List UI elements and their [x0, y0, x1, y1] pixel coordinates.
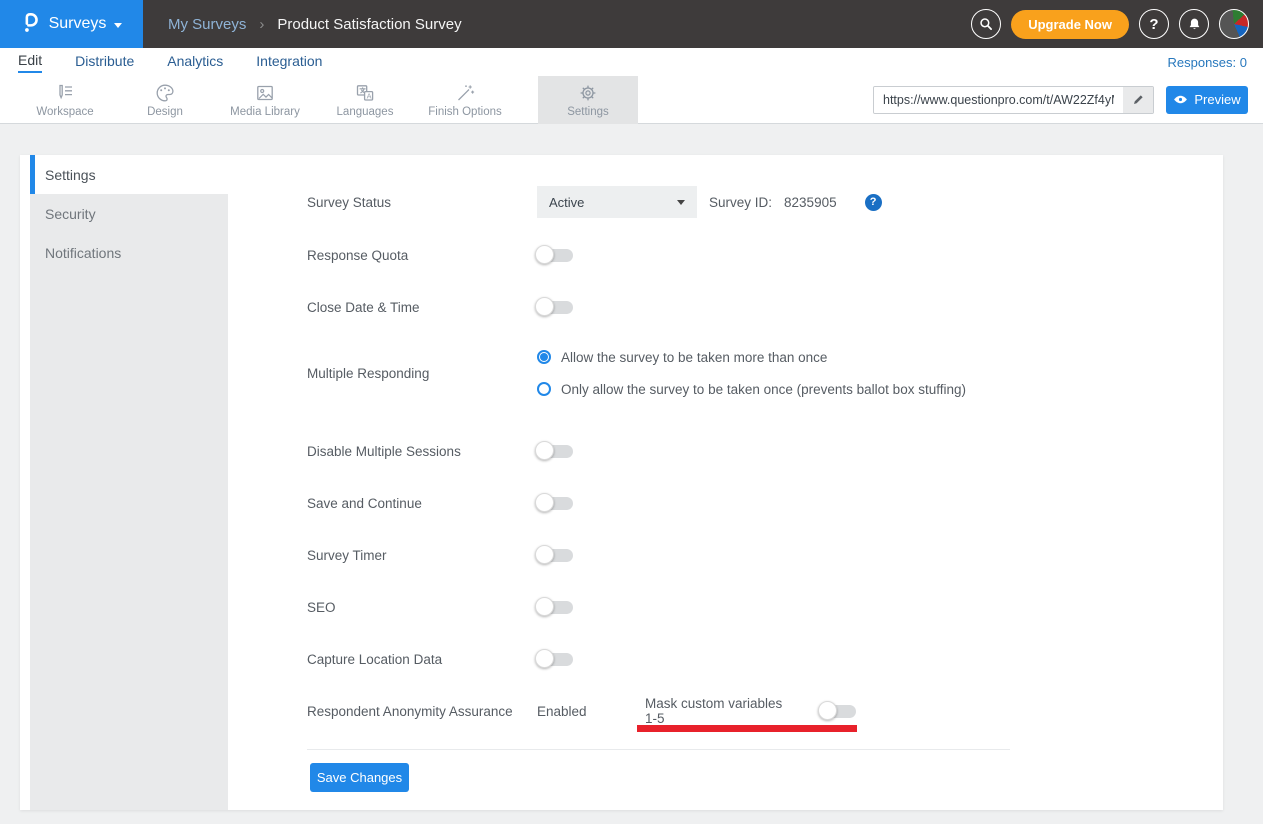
toolbar-item-design[interactable]: Design	[115, 76, 215, 124]
tab-distribute[interactable]: Distribute	[75, 53, 134, 72]
survey-status-dropdown[interactable]: Active	[537, 186, 697, 218]
save-changes-button[interactable]: Save Changes	[310, 763, 409, 792]
respondent-anonymity-row: Respondent Anonymity Assurance Enabled M…	[307, 685, 1223, 737]
settings-gear-icon	[577, 82, 599, 104]
settings-sidebar: Settings Security Notifications	[30, 155, 228, 810]
question-mark-icon: ?	[1149, 16, 1158, 33]
toolbar-item-settings[interactable]: Settings	[538, 76, 638, 124]
preview-label: Preview	[1194, 92, 1240, 107]
settings-main: Survey Status Active Survey ID: 8235905 …	[228, 155, 1223, 810]
red-annotation-underline	[637, 725, 857, 732]
survey-status-value: Active	[549, 195, 584, 210]
media-library-icon	[254, 82, 276, 104]
mask-custom-variables-label: Mask custom variables 1-5	[645, 696, 790, 726]
settings-card: Settings Security Notifications Survey S…	[20, 155, 1223, 810]
survey-id-value: 8235905	[784, 195, 837, 210]
disable-multiple-sessions-row: Disable Multiple Sessions	[307, 425, 1223, 477]
chevron-down-icon	[677, 200, 685, 205]
toolbar-item-label: Finish Options	[428, 106, 502, 118]
survey-status-row: Survey Status Active Survey ID: 8235905	[307, 186, 1223, 218]
eye-icon	[1173, 94, 1188, 105]
survey-id-label: Survey ID:	[709, 195, 772, 210]
avatar[interactable]	[1219, 9, 1249, 39]
survey-timer-toggle[interactable]	[537, 549, 573, 562]
sidebar-item-notifications[interactable]: Notifications	[30, 233, 228, 272]
toolbar-item-label: Settings	[567, 106, 609, 118]
topbar-actions: Upgrade Now ?	[971, 9, 1249, 39]
design-palette-icon	[154, 82, 176, 104]
tab-integration[interactable]: Integration	[256, 53, 322, 72]
multiple-responding-row: Multiple Responding Allow the survey to …	[307, 333, 1223, 413]
toolbar-items: Workspace Design Media Library	[15, 76, 638, 124]
response-quota-row: Response Quota	[307, 229, 1223, 281]
toolbar-item-label: Languages	[337, 106, 394, 118]
search-icon	[978, 16, 994, 32]
survey-status-label: Survey Status	[307, 195, 537, 210]
toolbar-item-workspace[interactable]: Workspace	[15, 76, 115, 124]
breadcrumb-current-survey: Product Satisfaction Survey	[277, 16, 461, 33]
top-bar: Surveys My Surveys › Product Satisfactio…	[0, 0, 1263, 48]
bell-icon	[1187, 16, 1202, 32]
search-button[interactable]	[971, 9, 1001, 39]
edit-toolbar: Workspace Design Media Library	[0, 76, 1263, 124]
breadcrumb-my-surveys[interactable]: My Surveys	[168, 16, 246, 33]
radio-allow-multiple[interactable]: Allow the survey to be taken more than o…	[537, 341, 966, 373]
capture-location-data-row: Capture Location Data	[307, 633, 1223, 685]
capture-location-data-toggle[interactable]	[537, 653, 573, 666]
toolbar-item-media-library[interactable]: Media Library	[215, 76, 315, 124]
sidebar-item-settings[interactable]: Settings	[30, 155, 228, 194]
disable-multiple-sessions-toggle[interactable]	[537, 445, 573, 458]
close-date-time-toggle[interactable]	[537, 301, 573, 314]
survey-timer-row: Survey Timer	[307, 529, 1223, 581]
tab-analytics[interactable]: Analytics	[167, 53, 223, 72]
languages-icon: A	[354, 82, 376, 104]
sidebar-item-security[interactable]: Security	[30, 194, 228, 233]
svg-text:A: A	[367, 91, 372, 100]
preview-button[interactable]: Preview	[1166, 86, 1248, 114]
tab-edit[interactable]: Edit	[18, 52, 42, 73]
pencil-icon	[1132, 93, 1145, 106]
help-button[interactable]: ?	[1139, 9, 1169, 39]
survey-url-input[interactable]	[874, 87, 1123, 113]
toolbar-item-label: Workspace	[36, 106, 93, 118]
responses-count: Responses: 0	[1168, 55, 1248, 70]
radio-selected-icon	[537, 350, 551, 364]
survey-subnav: Edit Distribute Analytics Integration Re…	[0, 48, 1263, 76]
upgrade-now-button[interactable]: Upgrade Now	[1011, 10, 1129, 39]
toolbar-item-finish-options[interactable]: Finish Options	[415, 76, 515, 124]
settings-content: Settings Security Notifications Survey S…	[0, 124, 1263, 810]
workspace-icon	[54, 82, 76, 104]
toolbar-item-label: Design	[147, 106, 183, 118]
divider	[307, 749, 1010, 750]
survey-url-box	[873, 86, 1154, 114]
breadcrumb: My Surveys › Product Satisfaction Survey	[168, 16, 462, 33]
save-and-continue-row: Save and Continue	[307, 477, 1223, 529]
breadcrumb-separator-icon: ›	[259, 16, 264, 33]
survey-id-help-icon[interactable]	[865, 194, 882, 211]
finish-options-wand-icon	[454, 82, 476, 104]
response-quota-toggle[interactable]	[537, 249, 573, 262]
product-label: Surveys	[49, 15, 107, 33]
radio-only-once[interactable]: Only allow the survey to be taken once (…	[537, 373, 966, 405]
seo-row: SEO	[307, 581, 1223, 633]
edit-url-button[interactable]	[1123, 87, 1153, 113]
mask-custom-variables-toggle[interactable]	[820, 705, 856, 718]
multiple-responding-options: Allow the survey to be taken more than o…	[537, 341, 966, 405]
surveys-product-menu[interactable]: Surveys	[0, 0, 143, 48]
notifications-button[interactable]	[1179, 9, 1209, 39]
toolbar-right: Preview	[873, 86, 1248, 114]
questionpro-logo-icon	[21, 12, 41, 36]
toolbar-item-label: Media Library	[230, 106, 300, 118]
anonymity-status: Enabled	[537, 704, 645, 719]
chevron-down-icon	[114, 23, 122, 28]
close-date-time-row: Close Date & Time	[307, 281, 1223, 333]
seo-toggle[interactable]	[537, 601, 573, 614]
toolbar-item-languages[interactable]: A Languages	[315, 76, 415, 124]
save-and-continue-toggle[interactable]	[537, 497, 573, 510]
radio-unselected-icon	[537, 382, 551, 396]
